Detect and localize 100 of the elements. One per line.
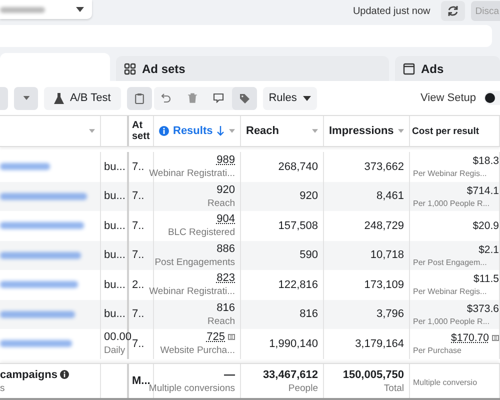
reach-value: 268,740	[278, 160, 318, 173]
impressions-value: 10,718	[370, 249, 404, 262]
column-header[interactable]: Cost per result	[412, 126, 480, 136]
caret-icon	[22, 96, 30, 100]
blurred-campaign-link[interactable]	[0, 281, 78, 288]
blurred-campaign-link[interactable]	[0, 310, 75, 318]
reach-total-sub: People	[288, 382, 318, 394]
impressions-value: 173,109	[364, 278, 404, 291]
cost-value: $373.6	[466, 302, 499, 315]
reach-total: 33,467,612	[262, 368, 318, 380]
result-type: Webinar Registrati...	[149, 286, 235, 298]
result-type: Website Purcha...	[160, 345, 235, 356]
blurred-campaign-link[interactable]	[0, 252, 81, 259]
cost-value: $11.5	[474, 273, 499, 286]
cost-value: $714.1	[466, 184, 499, 197]
account-dropdown[interactable]	[0, 0, 92, 19]
create-button[interactable]	[0, 86, 8, 110]
table-cell: 7..	[132, 160, 144, 173]
window-icon	[403, 62, 415, 74]
budget-cell: 00.00	[104, 331, 132, 344]
result-type: Post Engagements	[154, 256, 235, 268]
total-label: campaigns	[0, 368, 58, 380]
caret-icon	[312, 129, 318, 133]
trash-icon	[188, 93, 197, 103]
view-setup-label: View Setup	[420, 92, 476, 104]
budget-cell: bu...	[104, 190, 126, 202]
rules-button[interactable]: Rules	[262, 86, 317, 110]
table-cell: 7..	[132, 308, 144, 320]
view-setup-toggle[interactable]	[484, 91, 500, 105]
blurred-campaign-link[interactable]	[0, 340, 72, 348]
ab-test-button[interactable]: A/B Test	[44, 86, 121, 110]
flask-icon	[54, 92, 64, 104]
cost-total-sub: Multiple conversio	[413, 378, 478, 386]
table-cell: 7..	[132, 220, 144, 232]
cost-type: Per Webinar Regis...	[413, 287, 487, 296]
budget-cell: bu...	[104, 278, 126, 291]
cost-type: Per Purchase	[413, 346, 462, 356]
result-type: Webinar Registrati...	[149, 168, 235, 180]
table-cell: 7..	[132, 338, 144, 350]
duplicate-button[interactable]	[126, 86, 152, 110]
reach-value: 590	[300, 249, 318, 262]
caret-icon	[229, 129, 235, 133]
column-header[interactable]: Reach	[246, 125, 280, 137]
results-total: —	[224, 368, 235, 380]
caret-icon	[89, 129, 95, 133]
results-value: 989	[216, 154, 235, 166]
result-type: Reach	[208, 316, 235, 327]
cost-type: Per Webinar Regis...	[413, 169, 487, 178]
reach-value: 816	[300, 308, 318, 320]
impressions-value: 248,729	[364, 220, 404, 232]
sort-arrow-icon	[216, 126, 224, 136]
table-cell: 7..	[132, 190, 144, 202]
results-value: 816	[216, 302, 235, 314]
budget-type: Daily	[104, 345, 126, 356]
blurred-campaign-link[interactable]	[0, 192, 87, 200]
refresh-icon	[447, 5, 460, 17]
column-header[interactable]: At sett	[132, 120, 150, 142]
clipboard-icon	[134, 92, 144, 104]
budget-cell: bu...	[104, 308, 126, 320]
impressions-value: 3,179,164	[355, 338, 404, 350]
reach-value: 1,990,140	[269, 338, 318, 350]
blurred-campaign-link[interactable]	[0, 222, 84, 230]
impressions-value: 8,461	[376, 190, 404, 202]
reach-value: 157,508	[278, 220, 318, 232]
budget-cell: bu...	[104, 220, 126, 232]
result-type: Reach	[208, 198, 235, 209]
level-tab[interactable]: Ads	[395, 56, 500, 81]
budget-cell: bu...	[104, 160, 126, 173]
cost-value: $20.9	[472, 220, 499, 232]
impressions-value: 3,796	[376, 308, 404, 320]
results-value: 823	[216, 272, 235, 284]
level-tab[interactable]: Ad sets	[116, 56, 389, 81]
reach-value: 122,816	[278, 278, 318, 291]
blurred-campaign-link[interactable]	[0, 163, 50, 170]
table-cell: 7..	[132, 249, 144, 262]
cost-value: $18.3	[472, 155, 499, 168]
impressions-value: 373,662	[364, 160, 404, 173]
grid-icon	[124, 62, 136, 74]
total-sub: s	[0, 382, 5, 394]
table-cell: M...	[132, 375, 150, 387]
dropdown-button[interactable]	[14, 86, 38, 110]
refresh-button[interactable]	[441, 1, 466, 21]
budget-cell: bu...	[104, 249, 126, 262]
tag-button[interactable]	[232, 86, 257, 110]
column-header[interactable]: Results	[173, 125, 213, 137]
tag-icon	[238, 92, 250, 104]
reach-value: 920	[300, 190, 318, 202]
update-status: Updated just now	[352, 6, 430, 16]
cost-type: Per 1,000 People R...	[413, 198, 490, 208]
caret-icon	[398, 129, 404, 133]
impressions-total: 150,005,750	[342, 368, 404, 380]
impressions-total-sub: Total	[384, 382, 404, 394]
info-icon	[60, 370, 70, 379]
column-header[interactable]: Impressions	[329, 125, 394, 137]
results-value: 920	[216, 184, 235, 196]
cost-type: Per Post Engagem...	[413, 258, 487, 267]
blurred-account-name	[0, 6, 45, 12]
table-cell: 2..	[132, 278, 144, 291]
results-value: 904	[216, 213, 235, 226]
results-total-sub: Multiple conversions	[148, 382, 235, 394]
